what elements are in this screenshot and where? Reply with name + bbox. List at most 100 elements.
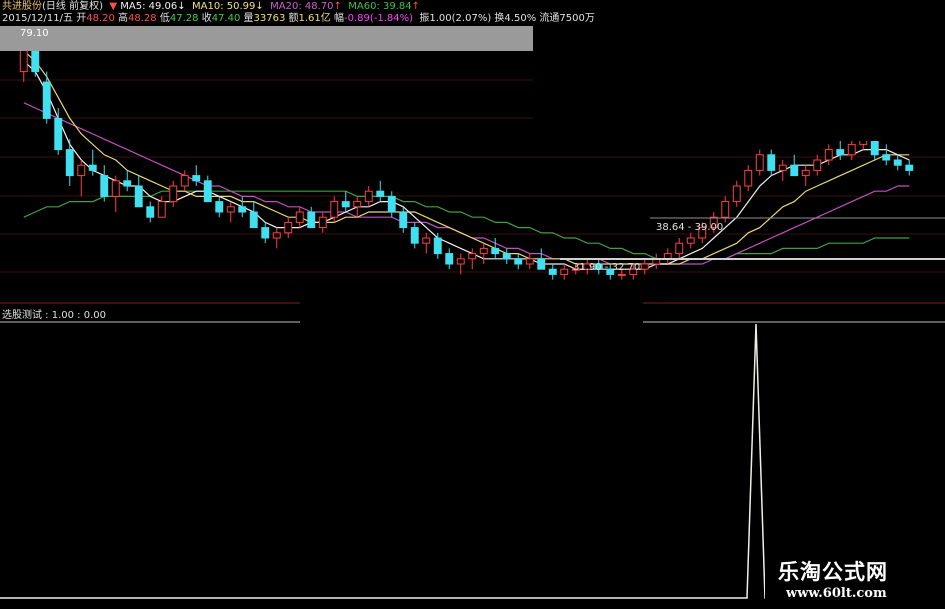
candle-body bbox=[824, 149, 833, 161]
candle-body bbox=[502, 253, 511, 260]
amount-label: 额 bbox=[288, 13, 299, 24]
candle-body bbox=[744, 169, 753, 187]
candle-body bbox=[905, 164, 914, 171]
candle-body bbox=[111, 180, 120, 197]
candle-body bbox=[157, 201, 166, 218]
watermark-site-name: 乐淘公式网 bbox=[778, 560, 888, 584]
candle-body bbox=[180, 175, 189, 187]
candle-body bbox=[54, 117, 63, 151]
ma60-polyline bbox=[23, 190, 910, 260]
candle-body bbox=[238, 206, 247, 213]
candle-body bbox=[364, 190, 373, 203]
header-row-1: 共进股份(日线 前复权) ▼ MA5: 49.06↓ MA10: 50.99↓ … bbox=[2, 1, 421, 12]
candle-body bbox=[537, 258, 546, 270]
candle-body bbox=[755, 154, 764, 171]
candle-body bbox=[169, 185, 178, 203]
ma20-value: MA20: 48.70 bbox=[270, 1, 334, 12]
candle-body bbox=[479, 247, 488, 255]
candle-body bbox=[640, 263, 649, 270]
close-label: 收 bbox=[201, 13, 212, 24]
candle-body bbox=[882, 154, 891, 161]
candle-body bbox=[272, 232, 281, 239]
candle-body bbox=[514, 258, 523, 265]
amplitude-value: 1.00(2.07%) bbox=[429, 13, 492, 24]
candle-body bbox=[399, 211, 408, 229]
candle-body bbox=[560, 268, 569, 275]
candle-body bbox=[261, 227, 270, 239]
amplitude-label: 振 bbox=[419, 13, 430, 24]
highlight-bar bbox=[0, 26, 533, 51]
candle-body bbox=[123, 180, 132, 187]
candle-body bbox=[215, 201, 224, 213]
candle-body bbox=[617, 273, 626, 276]
candle-body bbox=[88, 164, 97, 171]
candle-body bbox=[468, 253, 477, 260]
period-label[interactable]: (日线 前复权) bbox=[42, 1, 103, 12]
turnover-value: 4.50% bbox=[504, 13, 537, 24]
open-label: 开 bbox=[76, 13, 87, 24]
ma60-value: MA60: 39.84 bbox=[348, 1, 412, 12]
candle-body bbox=[410, 227, 419, 244]
open-value: 48.20 bbox=[86, 13, 115, 24]
candle-body bbox=[445, 253, 454, 265]
candle-body bbox=[813, 159, 822, 171]
high-label: 高 bbox=[118, 13, 129, 24]
candle-body bbox=[778, 164, 787, 171]
candle-body bbox=[422, 237, 431, 244]
low-range-annotation: 31.90 - 32.70 bbox=[573, 262, 641, 273]
redacted-area-middle bbox=[300, 283, 643, 323]
candle-body bbox=[341, 201, 350, 208]
candle-body bbox=[767, 154, 776, 171]
date-label: 2015/12/11/五 bbox=[2, 13, 74, 24]
volume-label: 量 bbox=[243, 13, 254, 24]
stock-name[interactable]: 共进股份 bbox=[2, 1, 42, 12]
candle-body bbox=[65, 149, 74, 177]
candle-body bbox=[790, 164, 799, 177]
candle-body bbox=[353, 201, 362, 208]
candle-body bbox=[42, 81, 51, 119]
candle-body bbox=[226, 206, 235, 213]
candle-body bbox=[548, 268, 557, 275]
candle-body bbox=[284, 221, 293, 234]
ma60-line bbox=[23, 190, 910, 260]
candle-body bbox=[295, 211, 304, 223]
candle-body bbox=[491, 247, 500, 255]
candle-body bbox=[330, 201, 339, 218]
candle-body bbox=[146, 206, 155, 218]
candle-body bbox=[134, 185, 143, 208]
candle-body bbox=[836, 149, 845, 156]
candle-body bbox=[77, 164, 86, 177]
amount-value: 1.61亿 bbox=[298, 13, 331, 24]
watermark-url: www.60lt.com bbox=[786, 586, 887, 601]
float-value: 7500万 bbox=[559, 13, 595, 24]
ma-marker-icon: ▼ bbox=[109, 1, 118, 12]
high-value: 48.28 bbox=[128, 13, 157, 24]
indicator-label: 选股测试 : 1.00 : 0.00 bbox=[2, 310, 106, 321]
ma5-value: MA5: 49.06 bbox=[120, 1, 178, 12]
candle-body bbox=[525, 258, 534, 265]
candle-body bbox=[732, 185, 741, 203]
volume-value: 33763 bbox=[253, 13, 286, 24]
candle-body bbox=[675, 242, 684, 255]
candle-body bbox=[456, 258, 465, 265]
header-row-2: 2015/12/11/五 开48.20 高48.28 低47.28 收47.40… bbox=[2, 13, 595, 25]
candle-body bbox=[203, 180, 212, 203]
float-label: 流通 bbox=[539, 13, 560, 24]
candle-body bbox=[893, 159, 902, 166]
close-value: 47.40 bbox=[211, 13, 241, 24]
candle-body bbox=[376, 190, 385, 197]
mid-range-annotation: 38.64 - 39.00 bbox=[656, 222, 724, 233]
candle-body bbox=[686, 237, 695, 244]
change-label: 幅 bbox=[333, 13, 344, 24]
candle-body bbox=[307, 211, 316, 229]
high-price-label: 79.10 bbox=[20, 28, 49, 39]
turnover-label: 换 bbox=[494, 13, 505, 24]
low-label: 低 bbox=[159, 13, 170, 24]
candle-body bbox=[318, 216, 327, 229]
candle-body bbox=[249, 211, 258, 229]
candle-body bbox=[100, 175, 109, 197]
candle-body bbox=[801, 169, 810, 177]
ma10-value: MA10: 50.99 bbox=[192, 1, 256, 12]
low-value: 47.28 bbox=[169, 13, 199, 24]
candle-body bbox=[721, 201, 730, 218]
